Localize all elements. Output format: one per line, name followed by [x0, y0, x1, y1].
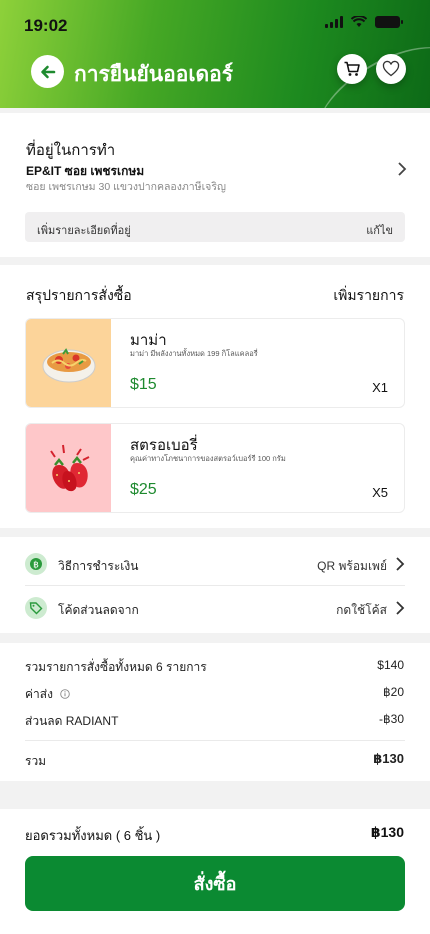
payment-section: ฿ วิธีการชำระเงิน QR พร้อมเพย์ โค้ดส่วนล…	[0, 537, 430, 633]
discount-code-value: กดใช้โค้ส	[336, 603, 387, 617]
address-extra-label: เพิ่มรายละเอียดที่อยู่	[37, 225, 131, 237]
cart-icon	[344, 61, 360, 76]
address-label: ที่อยู่ในการทำ	[26, 142, 116, 159]
discount-code-label: โค้ดส่วนลดจาก	[58, 603, 139, 617]
item-price: $15	[130, 376, 157, 393]
divider	[25, 585, 405, 586]
order-item[interactable]: มาม่า มาม่า มีพลังงานทั้งหมด 199 กิโลแคล…	[25, 318, 405, 408]
item-description: มาม่า มีพลังงานทั้งหมด 199 กิโลแคลอรี่	[130, 349, 258, 358]
add-item-button[interactable]: เพิ่มรายการ	[333, 285, 404, 307]
noodle-bowl-icon	[42, 348, 95, 383]
discount-value: -฿30	[379, 712, 404, 726]
favorite-button[interactable]	[376, 54, 406, 84]
status-icons	[325, 16, 403, 28]
back-button[interactable]	[31, 55, 64, 88]
signal-icon	[325, 16, 343, 28]
item-image	[26, 424, 111, 512]
discount-code-row[interactable]: โค้ดส่วนลดจาก กดใช้โค้ส	[25, 587, 405, 629]
status-time: 19:02	[24, 16, 68, 35]
payment-method-label: วิธีการชำระเงิน	[58, 559, 139, 573]
item-image	[26, 319, 111, 407]
svg-text:฿: ฿	[33, 561, 39, 571]
order-summary-title: สรุปรายการสั่งซื้อ	[26, 287, 132, 303]
item-price: $25	[130, 481, 157, 498]
address-edit-button[interactable]: แก้ไข	[366, 221, 393, 239]
subtotal-label: รวมรายการสั่งซื้อทั้งหมด 6 รายการ	[25, 660, 207, 674]
arrow-left-icon	[40, 65, 55, 78]
payment-method-value: QR พร้อมเพย์	[317, 559, 387, 573]
page-title: การยืนยันออเดอร์	[74, 63, 234, 86]
baht-coin-icon: ฿	[25, 553, 47, 575]
address-section: ที่อยู่ในการทำ EP&IT ซอย เพชรเกษม ซอย เพ…	[0, 113, 430, 257]
payment-method-row[interactable]: ฿ วิธีการชำระเงิน QR พร้อมเพย์	[25, 543, 405, 585]
total-label: รวม	[25, 754, 47, 768]
item-quantity: X5	[372, 485, 388, 500]
grand-total-label: ยอดรวมทั้งหมด ( 6 ชิ้น )	[25, 828, 161, 843]
checkout-footer: ยอดรวมทั้งหมด ( 6 ชิ้น ) ฿130 สั่งซื้อ	[0, 809, 430, 934]
place-order-button[interactable]: สั่งซื้อ	[25, 856, 405, 911]
discount-label: ส่วนลด RADIANT	[25, 714, 119, 728]
battery-icon	[375, 16, 403, 28]
tag-icon	[25, 597, 47, 619]
strawberry-icon	[49, 444, 89, 492]
chevron-right-icon	[396, 601, 405, 615]
address-detail: ซอย เพชรเกษม 30 แขวงปากคลองภาษีเจริญ	[26, 181, 226, 193]
chevron-right-icon	[396, 557, 405, 571]
item-description: คุณค่าทางโภชนาการของสตรอว์เบอร์รี 100 กร…	[130, 454, 286, 463]
heart-icon	[382, 60, 400, 77]
order-summary-section: สรุปรายการสั่งซื้อ เพิ่มรายการ มาม่า มาม…	[0, 265, 430, 528]
grand-total-value: ฿130	[370, 824, 404, 840]
app-header: 19:02 การยืนยันออเดอร์	[0, 0, 430, 108]
chevron-right-icon[interactable]	[396, 161, 408, 177]
total-value: ฿130	[373, 751, 404, 766]
item-quantity: X1	[372, 380, 388, 395]
order-item[interactable]: สตรอเบอรี่ คุณค่าทางโภชนาการของสตรอว์เบอ…	[25, 423, 405, 513]
cart-button[interactable]	[337, 54, 367, 84]
delivery-fee-label: ค่าส่ง	[25, 685, 71, 704]
delivery-fee-value: ฿20	[383, 685, 404, 699]
wifi-icon	[351, 16, 367, 27]
address-extra-field[interactable]: เพิ่มรายละเอียดที่อยู่ แก้ไข	[25, 212, 405, 242]
info-icon[interactable]	[60, 689, 71, 699]
subtotal-value: $140	[377, 658, 404, 672]
divider	[25, 740, 405, 741]
totals-section: รวมรายการสั่งซื้อทั้งหมด 6 รายการ $140 ค…	[0, 643, 430, 781]
